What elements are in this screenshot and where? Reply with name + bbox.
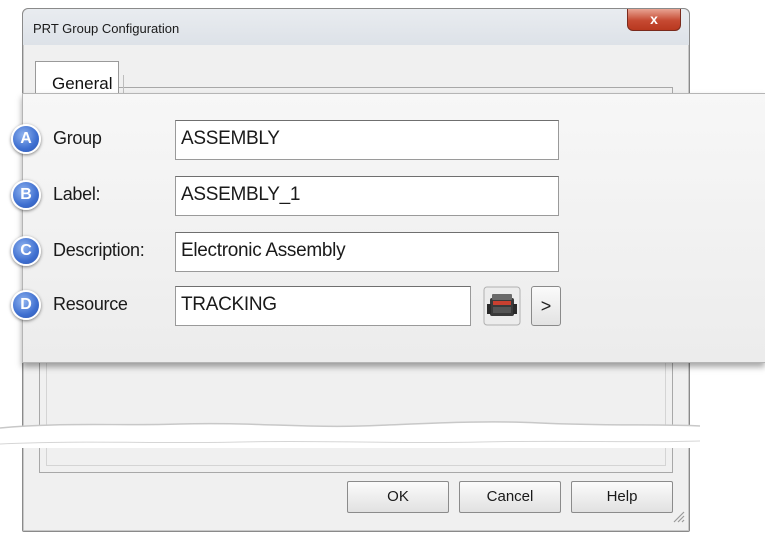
- description-label: Description:: [53, 240, 145, 260]
- resource-browse-button[interactable]: >: [531, 286, 561, 326]
- callout-badge-d: D: [11, 290, 41, 320]
- close-button[interactable]: x: [627, 9, 681, 31]
- help-button[interactable]: Help: [571, 481, 673, 513]
- zoomed-fields-panel: A Group ASSEMBLY B Label: ASSEMBLY_1 C D…: [11, 93, 765, 363]
- resource-label: Resource: [53, 294, 128, 314]
- screenshot-stage: PRT Group Configuration x General OK Can…: [0, 0, 765, 533]
- description-row: C Description: Electronic Assembly: [11, 232, 765, 280]
- cancel-button[interactable]: Cancel: [459, 481, 561, 513]
- resize-grip-icon[interactable]: [671, 509, 685, 523]
- torn-edge-divider: [0, 421, 701, 448]
- callout-badge-b: B: [11, 180, 41, 210]
- ok-button[interactable]: OK: [347, 481, 449, 513]
- group-input[interactable]: ASSEMBLY: [175, 120, 559, 160]
- label-input[interactable]: ASSEMBLY_1: [175, 176, 559, 216]
- resource-input[interactable]: TRACKING: [175, 286, 471, 326]
- callout-badge-a: A: [11, 124, 41, 154]
- resource-picker-icon[interactable]: [483, 286, 521, 326]
- resource-row: D Resource TRACKING >: [11, 286, 765, 334]
- group-label: Group: [53, 128, 102, 148]
- window-title: PRT Group Configuration: [33, 21, 180, 36]
- tab-label: General: [52, 74, 113, 93]
- callout-badge-c: C: [11, 236, 41, 266]
- label-label: Label:: [53, 184, 101, 204]
- close-icon: x: [650, 11, 658, 27]
- title-bar: PRT Group Configuration x: [23, 9, 689, 45]
- description-input[interactable]: Electronic Assembly: [175, 232, 559, 272]
- label-row: B Label: ASSEMBLY_1: [11, 176, 765, 224]
- group-row: A Group ASSEMBLY: [11, 120, 765, 168]
